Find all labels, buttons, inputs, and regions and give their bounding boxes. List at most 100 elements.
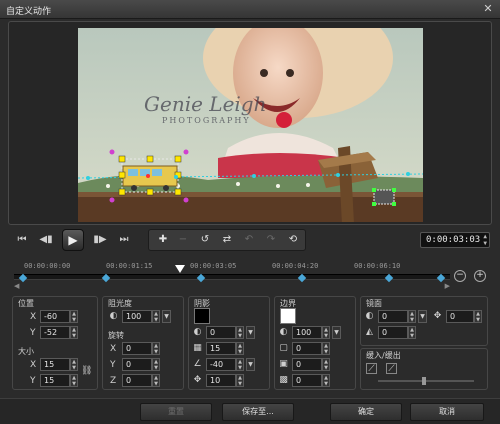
shadow-distance-spinner[interactable]: ▲ ▼ bbox=[236, 374, 244, 387]
shadow-blur-field[interactable]: 15 bbox=[206, 342, 236, 355]
reverse-keyframe-icon[interactable]: ↺ bbox=[197, 233, 213, 247]
skip-end-icon[interactable]: ⏭ bbox=[116, 233, 132, 247]
play-button[interactable]: ▶ bbox=[62, 229, 84, 251]
step-forward-icon[interactable]: ▮▶ bbox=[92, 233, 108, 247]
properties-panel: 位置 X -60 ▲ ▼ Y -52 ▲ ▼ 大小 X 15 ▲ ▼ Y 15 ▲ ▼ … bbox=[8, 294, 492, 392]
border-opacity-spinner[interactable]: ▲ ▼ bbox=[322, 326, 330, 339]
position-y-field[interactable]: -52 bbox=[40, 326, 70, 339]
size-y-spinner[interactable]: ▲ ▼ bbox=[70, 374, 78, 387]
mirror-fade-spinner[interactable]: ▲ ▼ bbox=[408, 326, 416, 339]
dialog-buttons: 重置 保存至... 确定 取消 bbox=[0, 398, 500, 424]
border-opacity-field[interactable]: 100 bbox=[292, 326, 322, 339]
mirror-opacity-icon: ◐ bbox=[365, 311, 374, 321]
zoom-in-icon[interactable]: + bbox=[474, 270, 486, 282]
keyframe-marker[interactable] bbox=[18, 273, 27, 283]
mirror-distance-spinner[interactable]: ▲ ▼ bbox=[474, 310, 482, 323]
rotation-y-label: Y bbox=[110, 360, 116, 370]
timecode-spinner[interactable]: ▲ ▼ bbox=[483, 233, 487, 247]
ease-label: 缓入/缓出 bbox=[366, 351, 401, 360]
keyframe-toolbar: ✚ − ↺ ⇄ ↶ ↷ ⟲ bbox=[148, 229, 306, 251]
rotation-x-spinner[interactable]: ▲ ▼ bbox=[152, 342, 160, 355]
save-to-button[interactable]: 保存至... bbox=[222, 403, 294, 421]
size-y-field[interactable]: 15 bbox=[40, 374, 70, 387]
shadow-opacity-icon: ◐ bbox=[193, 327, 202, 337]
ease-slider-handle[interactable] bbox=[422, 377, 426, 385]
close-icon[interactable]: ✕ bbox=[482, 3, 494, 15]
border-blur-spinner[interactable]: ▲ ▼ bbox=[322, 358, 330, 371]
border-soft-field[interactable]: 0 bbox=[292, 374, 322, 387]
size-x-spinner[interactable]: ▲ ▼ bbox=[70, 358, 78, 371]
size-x-field[interactable]: 15 bbox=[40, 358, 70, 371]
ease-in-icon[interactable]: ⟋ bbox=[366, 363, 377, 374]
ease-out-icon[interactable]: ⟋ bbox=[386, 363, 397, 374]
playhead[interactable] bbox=[174, 265, 185, 273]
border-color-swatch[interactable] bbox=[280, 308, 296, 324]
position-y-spinner[interactable]: ▲ ▼ bbox=[70, 326, 78, 339]
scroll-right-icon[interactable]: ▶ bbox=[445, 282, 450, 290]
watermark-sub: PHOTOGRAPHY bbox=[162, 116, 251, 125]
keyframe-marker[interactable] bbox=[437, 273, 446, 283]
rotation-y-spinner[interactable]: ▲ ▼ bbox=[152, 358, 160, 371]
cancel-button[interactable]: 取消 bbox=[410, 403, 484, 421]
shadow-color-swatch[interactable] bbox=[194, 308, 210, 324]
rotation-x-field[interactable]: 0 bbox=[122, 342, 152, 355]
skip-start-icon[interactable]: ⏮ bbox=[14, 233, 30, 247]
reset-button[interactable]: 重置 bbox=[140, 403, 212, 421]
keyframe-marker[interactable] bbox=[101, 273, 110, 283]
add-keyframe-icon[interactable]: ✚ bbox=[155, 233, 171, 247]
position-x-field[interactable]: -60 bbox=[40, 310, 70, 323]
rotation-z-field[interactable]: 0 bbox=[122, 374, 152, 387]
preview-image[interactable]: Genie Leigh PHOTOGRAPHY bbox=[78, 28, 423, 222]
border-width-icon: ▢ bbox=[279, 343, 288, 353]
opacity-spinner[interactable]: ▲ ▼ bbox=[152, 310, 160, 323]
timeline-scrollbar[interactable]: ◀ ▶ bbox=[14, 282, 450, 290]
opacity-field[interactable]: 100 bbox=[122, 310, 152, 323]
remove-keyframe-icon[interactable]: − bbox=[175, 233, 191, 247]
keyframe-marker[interactable] bbox=[197, 273, 206, 283]
mirror-fade-field[interactable]: 0 bbox=[378, 326, 408, 339]
position-x-spinner[interactable]: ▲ ▼ bbox=[70, 310, 78, 323]
shadow-angle-field[interactable]: -40 bbox=[206, 358, 236, 371]
rotation-z-spinner[interactable]: ▲ ▼ bbox=[152, 374, 160, 387]
shadow-distance-icon: ✥ bbox=[193, 375, 202, 385]
ease-slider[interactable] bbox=[378, 380, 474, 382]
border-blur-field[interactable]: 0 bbox=[292, 358, 322, 371]
timeline-track[interactable] bbox=[14, 265, 450, 283]
opacity-dropdown[interactable]: ▼ bbox=[162, 310, 171, 323]
zoom-out-icon[interactable]: − bbox=[454, 270, 466, 282]
position-label: 位置 bbox=[18, 299, 34, 308]
keyframe-marker[interactable] bbox=[384, 273, 394, 283]
shadow-distance-field[interactable]: 10 bbox=[206, 374, 236, 387]
shadow-blur-spinner[interactable]: ▲ ▼ bbox=[236, 342, 244, 355]
shadow-opacity-dropdown[interactable]: ▼ bbox=[246, 326, 255, 339]
rotation-y-field[interactable]: 0 bbox=[122, 358, 152, 371]
ruler-label: 00:00:04:20 bbox=[272, 262, 319, 270]
shadow-angle-spinner[interactable]: ▲ ▼ bbox=[236, 358, 244, 371]
border-soft-spinner[interactable]: ▲ ▼ bbox=[322, 374, 330, 387]
mirror-opacity-dropdown[interactable]: ▼ bbox=[418, 310, 427, 323]
timecode-field[interactable]: 0:00:03:03 ▲ ▼ bbox=[420, 232, 490, 248]
mirror-distance-field[interactable]: 0 bbox=[446, 310, 474, 323]
undo-icon[interactable]: ↶ bbox=[241, 233, 257, 247]
size-y-label: Y bbox=[30, 376, 36, 386]
shadow-opacity-spinner[interactable]: ▲ ▼ bbox=[236, 326, 244, 339]
mirror-fade-icon: ◭ bbox=[366, 327, 373, 337]
watermark-name: Genie Leigh bbox=[144, 92, 267, 116]
scroll-left-icon[interactable]: ◀ bbox=[14, 282, 19, 290]
mirror-opacity-spinner[interactable]: ▲ ▼ bbox=[408, 310, 416, 323]
ok-button[interactable]: 确定 bbox=[330, 403, 402, 421]
keyframe-marker[interactable] bbox=[297, 273, 306, 283]
border-width-spinner[interactable]: ▲ ▼ bbox=[322, 342, 330, 355]
link-icon[interactable]: ⛓ bbox=[81, 366, 92, 377]
border-width-field[interactable]: 0 bbox=[292, 342, 322, 355]
swap-icon[interactable]: ⇄ bbox=[219, 233, 235, 247]
reset-icon[interactable]: ⟲ bbox=[285, 233, 301, 247]
border-opacity-dropdown[interactable]: ▼ bbox=[332, 326, 341, 339]
shadow-angle-dropdown[interactable]: ▼ bbox=[246, 358, 255, 371]
step-back-icon[interactable]: ◀▮ bbox=[38, 233, 54, 247]
redo-icon[interactable]: ↷ bbox=[263, 233, 279, 247]
keyframe-timeline[interactable]: 00:00:00:00 00:00:01:15 00:00:03:05 00:0… bbox=[8, 258, 492, 294]
opacity-icon: ◐ bbox=[109, 311, 118, 321]
mirror-opacity-field[interactable]: 0 bbox=[378, 310, 408, 323]
shadow-opacity-field[interactable]: 0 bbox=[206, 326, 236, 339]
